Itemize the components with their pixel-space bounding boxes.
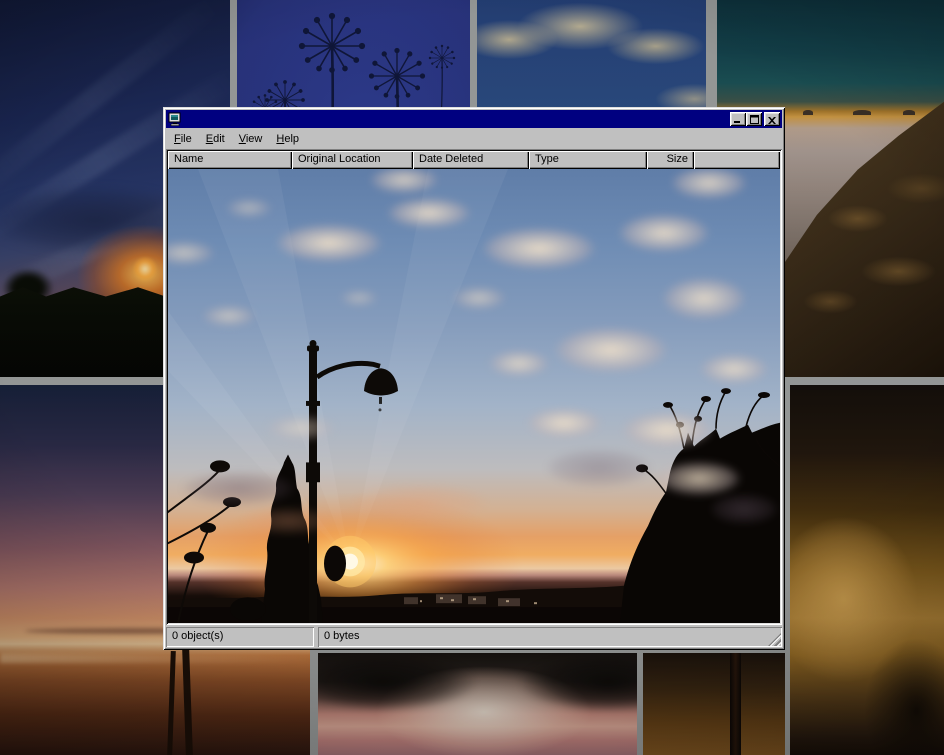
lake-pole-silhouette xyxy=(167,651,176,755)
cloud-puff xyxy=(649,271,759,326)
column-header-name[interactable]: Name xyxy=(168,151,292,169)
cloud-puff xyxy=(228,503,348,539)
sunset-photo-content[interactable] xyxy=(168,169,780,623)
maximize-icon xyxy=(750,115,759,124)
cloud-puff xyxy=(536,320,686,380)
cloud-puff xyxy=(604,208,724,258)
pole-silhouette xyxy=(730,653,741,755)
island-silhouette xyxy=(903,110,915,115)
desktop: File Edit View Help Name Original Locati… xyxy=(0,0,944,755)
file-list-view: Name Original Location Date Deleted Type… xyxy=(166,149,782,625)
cloud-puff xyxy=(329,478,509,528)
menu-file[interactable]: File xyxy=(167,130,199,147)
menu-bar: File Edit View Help xyxy=(166,128,782,148)
cloud-puff xyxy=(259,218,399,268)
maximize-button[interactable] xyxy=(746,112,762,126)
tree-reflection xyxy=(318,653,478,712)
bush-silhouette xyxy=(230,597,266,621)
lake-pole-silhouette xyxy=(182,648,193,755)
title-bar[interactable] xyxy=(166,110,782,128)
cloud-puff xyxy=(444,283,514,313)
cloud-puff xyxy=(479,346,559,381)
column-header-size[interactable]: Size xyxy=(647,151,694,169)
cloud-puff xyxy=(194,302,264,330)
close-button[interactable] xyxy=(764,112,780,126)
column-header-row: Name Original Location Date Deleted Type… xyxy=(168,151,780,169)
status-object-count: 0 object(s) xyxy=(166,627,314,647)
cloud-puff xyxy=(374,193,484,233)
minimize-button[interactable] xyxy=(730,112,746,126)
wallpaper-photo-amber-blur-left xyxy=(643,653,785,755)
cloud-puff xyxy=(464,221,614,276)
tree-reflection xyxy=(518,653,637,712)
menu-help[interactable]: Help xyxy=(269,130,306,147)
menu-edit[interactable]: Edit xyxy=(199,130,232,147)
cloud-puff xyxy=(689,349,779,389)
column-header-type[interactable]: Type xyxy=(529,151,647,169)
bush-silhouette xyxy=(324,546,346,582)
column-header-date-deleted[interactable]: Date Deleted xyxy=(413,151,529,169)
minimize-icon xyxy=(734,120,742,124)
horizon-shine xyxy=(0,653,310,663)
cloud-puff xyxy=(256,411,346,445)
wallpaper-photo-water-reflection xyxy=(318,653,637,755)
column-header-original-location[interactable]: Original Location xyxy=(292,151,413,169)
cloud-puff xyxy=(514,403,614,443)
recycle-bin-window: File Edit View Help Name Original Locati… xyxy=(163,107,785,650)
status-bar: 0 object(s) 0 bytes xyxy=(166,627,782,647)
menu-view[interactable]: View xyxy=(232,130,270,147)
island-silhouette xyxy=(853,110,871,115)
cloud-puff xyxy=(529,443,669,493)
close-icon xyxy=(768,117,776,124)
cloud-puff xyxy=(699,489,780,529)
cloud-puff xyxy=(334,287,384,309)
cloud-puff xyxy=(219,195,279,221)
status-size: 0 bytes xyxy=(318,627,782,647)
computer-icon xyxy=(168,112,182,126)
sun xyxy=(128,252,162,286)
island-silhouette xyxy=(803,110,813,115)
column-header-filler xyxy=(694,151,780,169)
wallpaper-photo-amber-blur xyxy=(790,385,944,755)
